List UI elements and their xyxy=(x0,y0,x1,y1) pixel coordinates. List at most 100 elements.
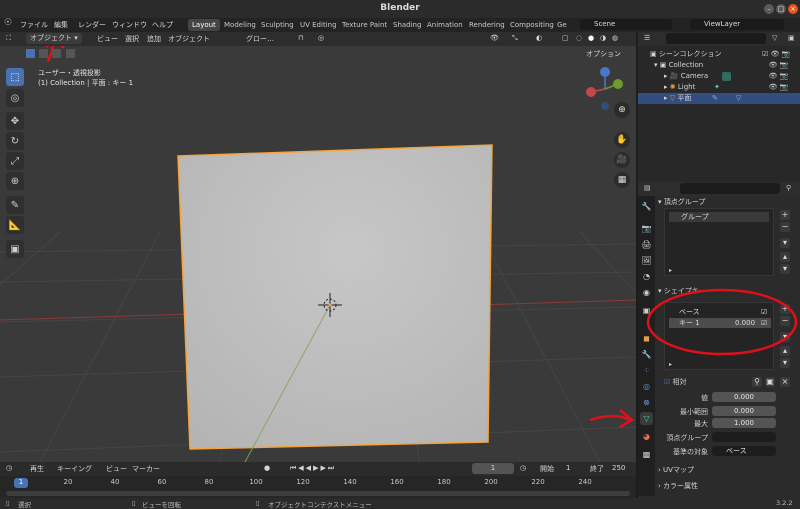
render-tab-icon[interactable]: 📷 xyxy=(640,222,653,235)
annotate-tool-icon[interactable]: ✎ xyxy=(6,196,24,214)
snapping-icon[interactable]: ⊓ xyxy=(298,34,303,42)
transform-orientation-dropdown[interactable]: グロー… xyxy=(246,34,274,44)
menu-file[interactable]: ファイル xyxy=(20,20,48,30)
select-subtract-icon[interactable] xyxy=(52,49,62,58)
current-frame-field[interactable]: 1 xyxy=(472,463,514,474)
3d-viewport[interactable]: ⬚ ◎ ✥ ↻ ⤢ ⊕ ✎ 📐 ▣ ユーザー・透視投影 (1) Collecti… xyxy=(0,32,636,462)
range-min-field[interactable]: 0.000 xyxy=(712,406,776,416)
proportional-edit-icon[interactable]: ◎ xyxy=(318,34,324,42)
cursor-tool-icon[interactable]: ◎ xyxy=(6,89,24,107)
vertex-group-field[interactable] xyxy=(712,432,776,442)
select-invert-icon[interactable] xyxy=(65,49,75,58)
rotate-tool-icon[interactable]: ↻ xyxy=(6,132,24,150)
relative-checkbox[interactable]: ☑ 相対 xyxy=(664,377,687,387)
constraints-tab-icon[interactable]: ⊗ xyxy=(640,396,653,409)
shading-rendered-icon[interactable]: ◍ xyxy=(612,34,618,42)
tab-rendering[interactable]: Rendering xyxy=(465,19,509,31)
tab-shading[interactable]: Shading xyxy=(389,19,425,31)
pin-icon[interactable]: ⚲ xyxy=(786,184,791,192)
menu-playback[interactable]: 再生 xyxy=(30,464,44,474)
menu-select[interactable]: 選択 xyxy=(125,34,139,44)
output-tab-icon[interactable]: 🖨 xyxy=(640,238,653,251)
tab-modeling[interactable]: Modeling xyxy=(220,19,260,31)
shading-solid-icon[interactable]: ● xyxy=(588,34,594,42)
uv-maps-header[interactable]: › UVマップ xyxy=(658,464,798,476)
shading-wireframe-icon[interactable]: ◌ xyxy=(576,34,582,42)
add-cube-tool-icon[interactable]: ▣ xyxy=(6,240,24,258)
view-layer-tab-icon[interactable]: 🖼 xyxy=(640,254,653,267)
range-max-field[interactable]: 1.000 xyxy=(712,418,776,428)
new-collection-icon[interactable]: ▣ xyxy=(788,34,795,42)
select-extend-icon[interactable] xyxy=(39,49,49,58)
preview-range-icon[interactable]: ◷ xyxy=(520,464,526,472)
tab-geometry-nodes[interactable]: Ge xyxy=(553,19,571,31)
menu-edit[interactable]: 編集 xyxy=(54,20,68,30)
physics-tab-icon[interactable]: ◎ xyxy=(640,380,653,393)
blender-logo-icon[interactable]: ☉ xyxy=(4,18,12,28)
scene-tab-icon[interactable]: ◔ xyxy=(640,270,653,283)
editor-type-icon[interactable]: ⛶ xyxy=(6,34,11,43)
exclude-checkbox[interactable]: ☑ 👁 📷 xyxy=(762,49,798,60)
transform-tool-icon[interactable]: ⊕ xyxy=(6,172,24,190)
outliner-search-input[interactable] xyxy=(666,33,766,44)
move-down-button[interactable]: ▾ xyxy=(780,264,790,274)
mesh-data-tab-icon[interactable]: ▽ xyxy=(640,412,653,425)
select-new-icon[interactable] xyxy=(26,49,35,58)
pin-shape-icon[interactable]: ⚲ xyxy=(752,377,762,387)
pan-hand-icon[interactable]: ✋ xyxy=(614,132,630,148)
zoom-view-icon[interactable]: ⊕ xyxy=(614,102,630,118)
xray-toggle-icon[interactable]: ▢ xyxy=(562,34,569,42)
tab-layout[interactable]: Layout xyxy=(188,19,220,31)
scene-selector[interactable]: Scene xyxy=(580,19,672,30)
scale-tool-icon[interactable]: ⤢ xyxy=(6,152,24,170)
move-tool-icon[interactable]: ✥ xyxy=(6,112,24,130)
value-field[interactable]: 0.000 xyxy=(712,392,776,402)
close-button[interactable]: × xyxy=(788,4,798,14)
move-up-button[interactable]: ▴ xyxy=(780,252,790,262)
vertex-group-specials-button[interactable]: ▾ xyxy=(780,238,790,248)
outliner-type-icon[interactable]: ☰ xyxy=(644,34,650,42)
vertex-groups-header[interactable]: ▾ 頂点グループ xyxy=(658,196,798,208)
select-tool-icon[interactable]: ⬚ xyxy=(6,68,24,86)
menu-window[interactable]: ウィンドウ xyxy=(112,20,147,30)
tab-uv-editing[interactable]: UV Editing xyxy=(296,19,341,31)
list-resize-icon[interactable]: ▸ xyxy=(669,267,672,274)
properties-search-input[interactable] xyxy=(680,183,780,194)
timeline-scrollbar[interactable] xyxy=(6,491,630,496)
add-vertex-group-button[interactable]: + xyxy=(780,210,790,220)
tab-sculpting[interactable]: Sculpting xyxy=(257,19,298,31)
record-icon[interactable]: ● xyxy=(264,464,270,472)
minimize-button[interactable]: – xyxy=(764,4,774,14)
tab-animation[interactable]: Animation xyxy=(423,19,467,31)
selection-mode-buttons[interactable] xyxy=(26,49,76,59)
edit-mode-shape-icon[interactable]: ▣ xyxy=(765,377,775,387)
tool-tab-icon[interactable]: 🔧 xyxy=(640,200,653,213)
timeline-editor-icon[interactable]: ◷ xyxy=(6,464,12,472)
menu-view[interactable]: ビュー xyxy=(97,34,118,44)
maximize-button[interactable]: □ xyxy=(776,4,786,14)
outliner-item-plane[interactable]: ▸ ▽ 平面 ✎ ▽ xyxy=(638,93,800,104)
vertex-group-item[interactable]: グループ xyxy=(669,212,769,222)
mode-dropdown[interactable]: オブジェクト ▾ xyxy=(26,33,82,44)
menu-add[interactable]: 追加 xyxy=(147,34,161,44)
material-tab-icon[interactable]: ◕ xyxy=(640,430,653,443)
overlay-toggle-icon[interactable]: ◐ xyxy=(536,34,542,42)
menu-object[interactable]: オブジェクト xyxy=(168,34,210,44)
gizmo-toggle-icon[interactable]: ⤡ xyxy=(512,34,518,43)
clear-shape-icon[interactable]: × xyxy=(780,377,790,387)
particles-tab-icon[interactable]: ⁘ xyxy=(640,364,653,377)
end-frame-field[interactable]: 250 xyxy=(612,464,625,472)
tab-compositing[interactable]: Compositing xyxy=(506,19,558,31)
menu-timeline-view[interactable]: ビュー xyxy=(106,464,127,474)
visibility-icon[interactable]: 👁 xyxy=(490,34,499,42)
plane-object[interactable] xyxy=(177,144,493,450)
vertex-group-list[interactable]: グループ ▸ xyxy=(664,208,774,276)
menu-help[interactable]: ヘルプ xyxy=(152,20,173,30)
properties-type-icon[interactable]: ▤ xyxy=(644,184,651,192)
menu-marker[interactable]: マーカー xyxy=(132,464,160,474)
texture-tab-icon[interactable]: ▩ xyxy=(640,448,653,461)
visibility-toggle[interactable]: 👁 📷 xyxy=(762,82,798,93)
tab-texture-paint[interactable]: Texture Paint xyxy=(338,19,391,31)
playback-controls[interactable]: ⏮◀◀▶▶⏭ xyxy=(290,464,336,473)
shading-material-icon[interactable]: ◑ xyxy=(600,34,606,42)
